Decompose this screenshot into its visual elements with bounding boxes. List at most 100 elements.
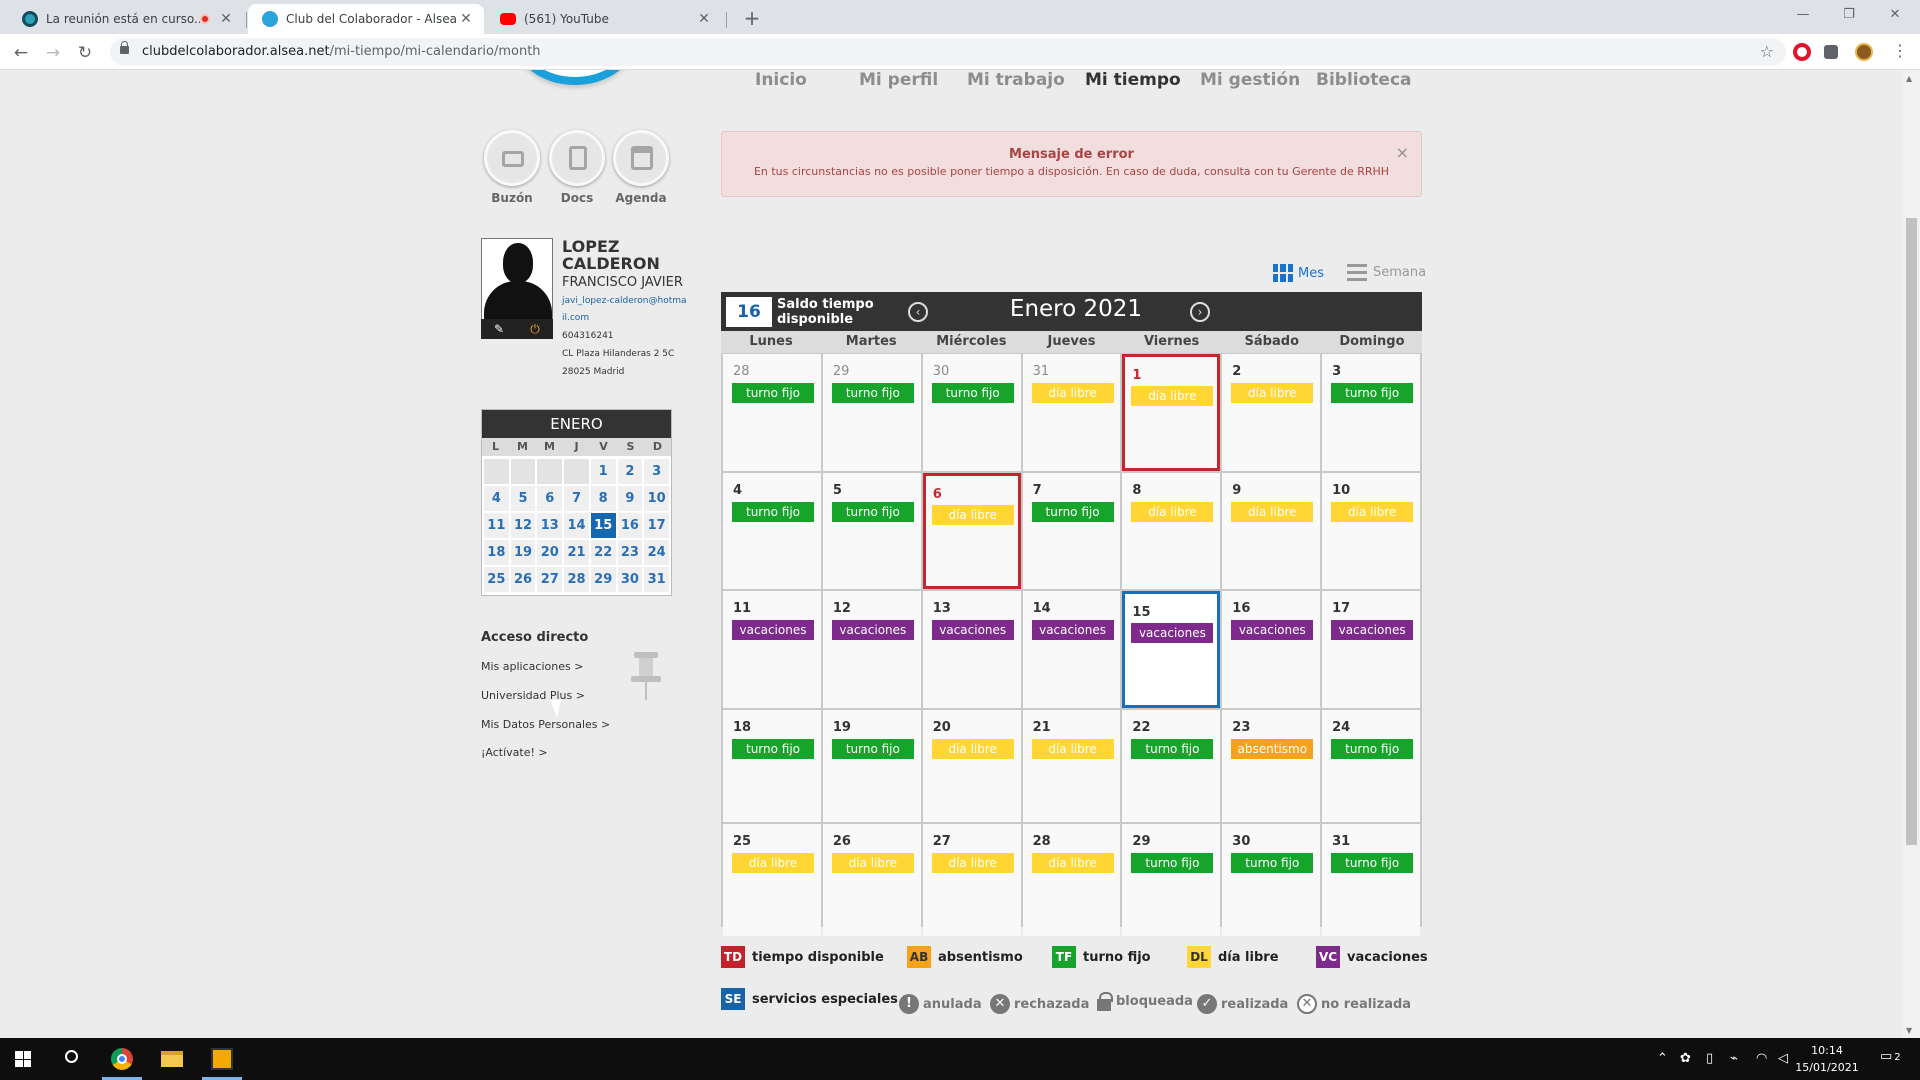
- shift-tag[interactable]: turno fijo: [831, 383, 914, 403]
- network-icon[interactable]: ⌁: [1730, 1051, 1738, 1066]
- calendar-day-cell[interactable]: 22 turno fijo: [1122, 710, 1221, 822]
- calendar-day-cell[interactable]: 2 día libre: [1222, 354, 1321, 471]
- nav-biblioteca[interactable]: Biblioteca: [1316, 70, 1412, 90]
- shift-tag[interactable]: vacaciones: [931, 620, 1014, 640]
- mini-day-18[interactable]: 18: [484, 540, 509, 565]
- mini-day-15[interactable]: 15: [590, 513, 616, 538]
- profile-email[interactable]: javi_lopez-calderon@hotmail.com: [562, 293, 687, 327]
- pin-icon[interactable]: [631, 652, 661, 700]
- calendar-day-cell[interactable]: 30 turno fijo: [1222, 824, 1321, 936]
- mini-day-27[interactable]: 27: [537, 567, 563, 592]
- close-tab-icon[interactable]: ✕: [458, 11, 474, 27]
- mini-day-3[interactable]: 3: [644, 459, 669, 484]
- reload-icon[interactable]: ↻: [73, 41, 97, 65]
- mini-day-22[interactable]: 22: [590, 540, 616, 565]
- legend-servicios-especiales[interactable]: SE servicios especiales >: [721, 988, 913, 1010]
- wifi-icon[interactable]: ◠: [1756, 1051, 1767, 1066]
- shift-tag[interactable]: turno fijo: [931, 383, 1014, 403]
- calendar-day-cell[interactable]: 7 turno fijo: [1022, 473, 1121, 589]
- mini-day-17[interactable]: 17: [644, 513, 669, 538]
- mini-day-24[interactable]: 24: [644, 540, 669, 565]
- shift-tag[interactable]: turno fijo: [1331, 383, 1414, 403]
- next-month-icon[interactable]: ›: [1190, 302, 1210, 322]
- shift-tag[interactable]: turno fijo: [1131, 853, 1214, 873]
- opera-extension-icon[interactable]: [1793, 43, 1811, 61]
- mini-day-23[interactable]: 23: [617, 540, 643, 565]
- extensions-puzzle-icon[interactable]: [1824, 45, 1838, 59]
- prev-month-icon[interactable]: ‹: [908, 302, 928, 322]
- mini-day-31[interactable]: 31: [644, 567, 669, 592]
- calendar-day-cell[interactable]: 15 vacaciones: [1122, 591, 1221, 708]
- scroll-up-icon[interactable]: ▲: [1906, 74, 1912, 83]
- calendar-day-cell[interactable]: 30 turno fijo: [922, 354, 1021, 471]
- shift-tag[interactable]: turno fijo: [732, 383, 814, 403]
- shift-tag[interactable]: vacaciones: [831, 620, 914, 640]
- shift-tag[interactable]: día libre: [1131, 502, 1214, 522]
- shift-tag[interactable]: día libre: [1331, 502, 1414, 522]
- mini-day-1[interactable]: 1: [590, 459, 616, 484]
- calendar-day-cell[interactable]: 3 turno fijo: [1322, 354, 1420, 471]
- mini-day-20[interactable]: 20: [537, 540, 563, 565]
- calendar-day-cell[interactable]: 10 día libre: [1322, 473, 1420, 589]
- calendar-day-cell[interactable]: 18 turno fijo: [723, 710, 821, 822]
- shift-tag[interactable]: día libre: [931, 739, 1014, 759]
- nav-mi-tiempo[interactable]: Mi tiempo: [1085, 70, 1181, 90]
- file-explorer-icon[interactable]: [148, 1038, 196, 1080]
- view-week-button[interactable]: Semana: [1347, 264, 1426, 281]
- calendar-day-cell[interactable]: 6 día libre: [922, 473, 1021, 589]
- calendar-day-cell[interactable]: 31 turno fijo: [1322, 824, 1420, 936]
- mini-day-14[interactable]: 14: [564, 513, 589, 538]
- shift-tag[interactable]: turno fijo: [1331, 853, 1414, 873]
- site-logo[interactable]: [515, 70, 635, 85]
- calendar-day-cell[interactable]: 28 turno fijo: [723, 354, 821, 471]
- shift-tag[interactable]: día libre: [732, 853, 814, 873]
- calendar-day-cell[interactable]: 14 vacaciones: [1022, 591, 1121, 708]
- restore-icon[interactable]: ❐: [1826, 0, 1872, 30]
- mini-day-28[interactable]: 28: [564, 567, 589, 592]
- mini-day-29[interactable]: 29: [590, 567, 616, 592]
- shift-tag[interactable]: turno fijo: [1331, 739, 1414, 759]
- new-tab-icon[interactable]: +: [738, 4, 766, 32]
- calendar-day-cell[interactable]: 29 turno fijo: [1122, 824, 1221, 936]
- address-bar[interactable]: clubdelcolaborador.alsea.net/mi-tiempo/m…: [110, 38, 1786, 66]
- calendar-day-cell[interactable]: 12 vacaciones: [822, 591, 921, 708]
- shift-tag[interactable]: día libre: [1031, 739, 1114, 759]
- calendar-day-cell[interactable]: 17 vacaciones: [1322, 591, 1420, 708]
- docs-button[interactable]: [549, 130, 605, 186]
- nav-mi-gestion[interactable]: Mi gestión: [1200, 70, 1300, 90]
- browser-menu-icon[interactable]: ⋮: [1892, 41, 1908, 60]
- search-icon[interactable]: [48, 1038, 96, 1080]
- shift-tag[interactable]: día libre: [1031, 383, 1114, 403]
- notifications-icon[interactable]: ▭ 2: [1880, 1049, 1901, 1064]
- agenda-button[interactable]: [613, 130, 669, 186]
- shift-tag[interactable]: día libre: [831, 853, 914, 873]
- calendar-day-cell[interactable]: 5 turno fijo: [822, 473, 921, 589]
- shift-tag[interactable]: turno fijo: [732, 739, 814, 759]
- shift-tag[interactable]: turno fijo: [831, 502, 914, 522]
- nav-mi-trabajo[interactable]: Mi trabajo: [967, 70, 1065, 90]
- mini-day-11[interactable]: 11: [484, 513, 509, 538]
- tray-chevron-icon[interactable]: ⌃: [1657, 1051, 1668, 1066]
- calendar-day-cell[interactable]: 27 día libre: [922, 824, 1021, 936]
- shift-tag[interactable]: turno fijo: [1231, 853, 1314, 873]
- app-taskbar-icon[interactable]: [198, 1038, 246, 1080]
- calendar-day-cell[interactable]: 9 día libre: [1222, 473, 1321, 589]
- mini-day-8[interactable]: 8: [590, 486, 616, 511]
- scroll-down-icon[interactable]: ▼: [1906, 1026, 1912, 1035]
- minimize-icon[interactable]: —: [1780, 0, 1826, 30]
- shift-tag[interactable]: vacaciones: [1331, 620, 1414, 640]
- mini-day-9[interactable]: 9: [617, 486, 643, 511]
- shift-tag[interactable]: turno fijo: [831, 739, 914, 759]
- shift-tag[interactable]: vacaciones: [1031, 620, 1114, 640]
- windows-start-icon[interactable]: [0, 1038, 48, 1080]
- shift-tag[interactable]: vacaciones: [1231, 620, 1314, 640]
- mini-day-5[interactable]: 5: [510, 486, 536, 511]
- close-alert-icon[interactable]: ×: [1396, 143, 1409, 162]
- nav-inicio[interactable]: Inicio: [755, 70, 807, 90]
- shift-tag[interactable]: vacaciones: [1131, 623, 1214, 643]
- tab-meeting[interactable]: La reunión está en curso... ✕: [8, 4, 244, 34]
- mini-day-7[interactable]: 7: [564, 486, 589, 511]
- mini-day-21[interactable]: 21: [564, 540, 589, 565]
- tab-youtube[interactable]: (561) YouTube ✕: [486, 4, 722, 34]
- tab-club-colaborador[interactable]: Club del Colaborador - Alsea ✕: [248, 4, 484, 34]
